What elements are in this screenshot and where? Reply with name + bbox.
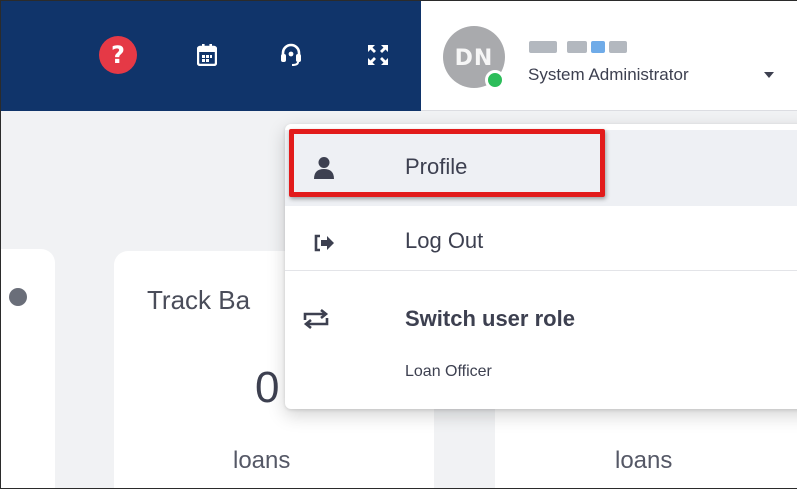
calendar-button[interactable] <box>183 31 231 79</box>
avatar-initials: DN <box>454 46 494 71</box>
highlight-box <box>289 129 605 197</box>
dashboard-card-left <box>1 249 55 488</box>
role-option-loan-officer[interactable]: Loan Officer <box>405 363 492 381</box>
user-role-label[interactable]: System Administrator <box>528 65 689 85</box>
menu-divider <box>285 270 797 271</box>
calendar-icon <box>197 44 217 66</box>
switch-role-heading[interactable]: Switch user role <box>405 306 575 332</box>
screenshot-frame: ? DN System Administrator Track Ba 0 loa… <box>0 0 797 489</box>
info-icon[interactable] <box>9 288 27 306</box>
caret-down-icon[interactable] <box>764 72 774 78</box>
switch-arrows-icon[interactable] <box>301 307 331 331</box>
fullscreen-button[interactable] <box>354 31 402 79</box>
expand-arrows-icon <box>368 45 388 65</box>
user-name-redacted[interactable] <box>529 37 649 59</box>
help-button[interactable]: ? <box>94 31 142 79</box>
headset-icon <box>281 43 301 66</box>
question-circle-icon: ? <box>99 36 137 74</box>
card-title: Track Ba <box>147 285 251 315</box>
card-value: 0 <box>255 363 280 412</box>
card-unit: loans <box>233 447 291 474</box>
sign-out-icon <box>314 234 334 252</box>
card-unit: loans <box>615 447 673 474</box>
support-button[interactable] <box>267 31 315 79</box>
online-status-dot <box>485 70 505 90</box>
menu-item-label: Log Out <box>405 228 484 253</box>
